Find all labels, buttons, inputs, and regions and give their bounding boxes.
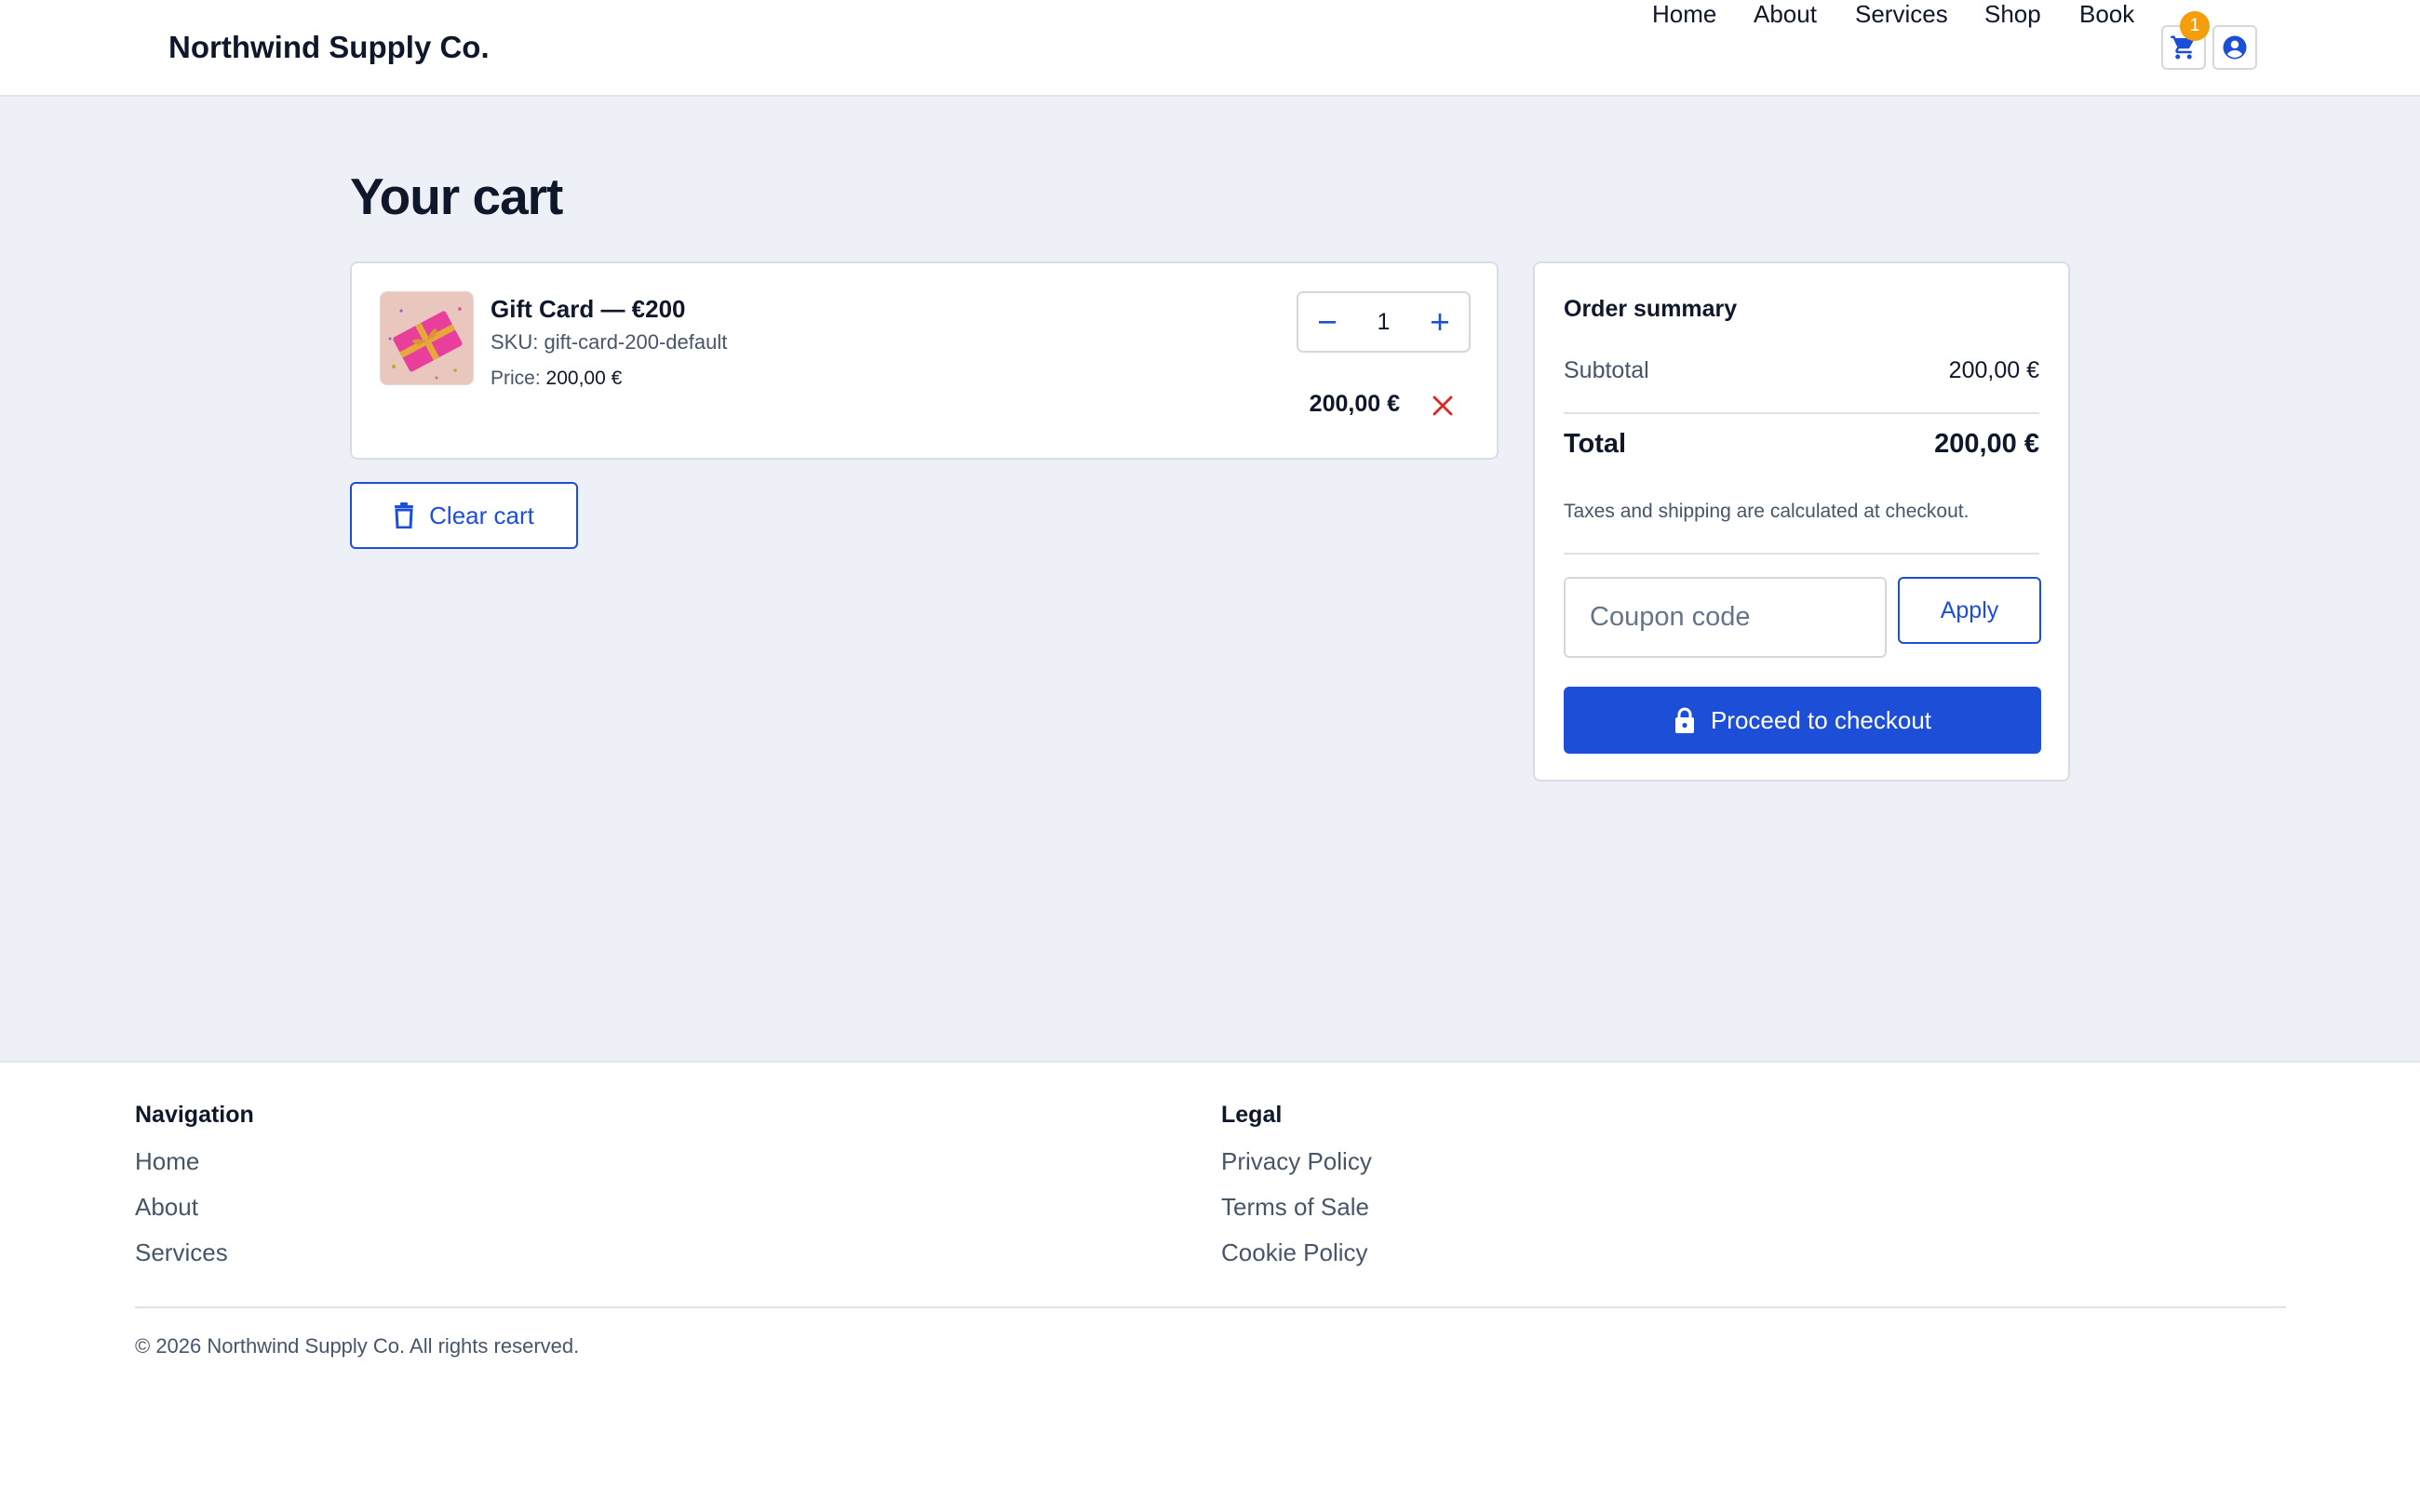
nav-shop[interactable]: Shop xyxy=(1984,0,2041,29)
footer-link-about[interactable]: About xyxy=(135,1194,254,1220)
footer-navigation: Navigation Home About Services xyxy=(135,1102,254,1285)
total-value: 200,00 € xyxy=(1934,429,2039,459)
nav-services[interactable]: Services xyxy=(1855,0,1948,29)
summary-divider xyxy=(1564,412,2039,414)
decrease-quantity-button[interactable] xyxy=(1298,293,1356,351)
minus-icon xyxy=(1319,321,1336,324)
clear-cart-label: Clear cart xyxy=(429,501,534,529)
footer-link-home[interactable]: Home xyxy=(135,1148,254,1174)
price-label: Price: xyxy=(491,368,541,389)
site-header: Northwind Supply Co. Home About Services… xyxy=(0,0,2420,97)
total-row: Total 200,00 € xyxy=(1564,429,2039,460)
page-title: Your cart xyxy=(350,167,563,225)
subtotal-label: Subtotal xyxy=(1564,357,1649,383)
lock-icon xyxy=(1674,707,1694,733)
remove-item-button[interactable] xyxy=(1427,390,1459,421)
footer-legal: Legal Privacy Policy Terms of Sale Cooki… xyxy=(1221,1102,1372,1285)
item-unit-price: Price: 200,00 € xyxy=(491,368,622,390)
checkout-label: Proceed to checkout xyxy=(1710,705,1932,734)
cart-page: Your cart Gift Card — €200 SKU: gift-car… xyxy=(0,97,2420,1061)
nav-home[interactable]: Home xyxy=(1652,0,1716,29)
user-circle-icon xyxy=(2223,35,2247,60)
quantity-value[interactable]: 1 xyxy=(1356,309,1411,336)
account-button[interactable] xyxy=(2212,25,2257,70)
tax-note: Taxes and shipping are calculated at che… xyxy=(1564,501,1970,522)
item-sku: SKU: gift-card-200-default xyxy=(491,330,728,354)
site-footer: Navigation Home About Services Legal Pri… xyxy=(0,1061,2420,1512)
footer-legal-title: Legal xyxy=(1221,1102,1283,1128)
cart-button[interactable]: 1 xyxy=(2161,11,2210,70)
nav-book[interactable]: Book xyxy=(2079,0,2134,29)
footer-link-cookie-policy[interactable]: Cookie Policy xyxy=(1221,1239,1372,1265)
summary-divider xyxy=(1564,553,2039,555)
copyright-text: © 2026 Northwind Supply Co. All rights r… xyxy=(135,1334,580,1358)
trash-icon xyxy=(395,502,414,529)
close-icon xyxy=(1432,395,1453,416)
footer-divider xyxy=(135,1306,2286,1308)
footer-link-terms-of-sale[interactable]: Terms of Sale xyxy=(1221,1194,1372,1220)
total-label: Total xyxy=(1564,429,1627,459)
footer-link-privacy-policy[interactable]: Privacy Policy xyxy=(1221,1148,1372,1174)
gift-card-thumbnail xyxy=(380,291,474,385)
apply-coupon-button[interactable]: Apply xyxy=(1898,577,2041,644)
brand-logo[interactable]: Northwind Supply Co. xyxy=(168,30,490,65)
proceed-to-checkout-button[interactable]: Proceed to checkout xyxy=(1564,687,2041,754)
summary-title: Order summary xyxy=(1564,296,1738,322)
line-total: 200,00 € xyxy=(1309,391,1400,417)
clear-cart-button[interactable]: Clear cart xyxy=(350,482,578,549)
cart-item-card: Gift Card — €200 SKU: gift-card-200-defa… xyxy=(350,261,1499,460)
footer-nav-title: Navigation xyxy=(135,1102,254,1128)
increase-quantity-button[interactable] xyxy=(1411,293,1469,351)
price-value: 200,00 € xyxy=(545,368,623,389)
coupon-code-input[interactable] xyxy=(1564,577,1887,658)
subtotal-value: 200,00 € xyxy=(1948,357,2039,383)
nav-about[interactable]: About xyxy=(1754,0,1817,29)
quantity-stepper: 1 xyxy=(1297,291,1471,353)
order-summary-panel: Order summary Subtotal 200,00 € Total 20… xyxy=(1533,261,2070,782)
footer-link-services[interactable]: Services xyxy=(135,1239,254,1265)
cart-count-badge: 1 xyxy=(2180,11,2210,41)
item-name[interactable]: Gift Card — €200 xyxy=(491,295,686,324)
subtotal-row: Subtotal 200,00 € xyxy=(1564,357,2039,384)
plus-icon xyxy=(1432,314,1448,330)
